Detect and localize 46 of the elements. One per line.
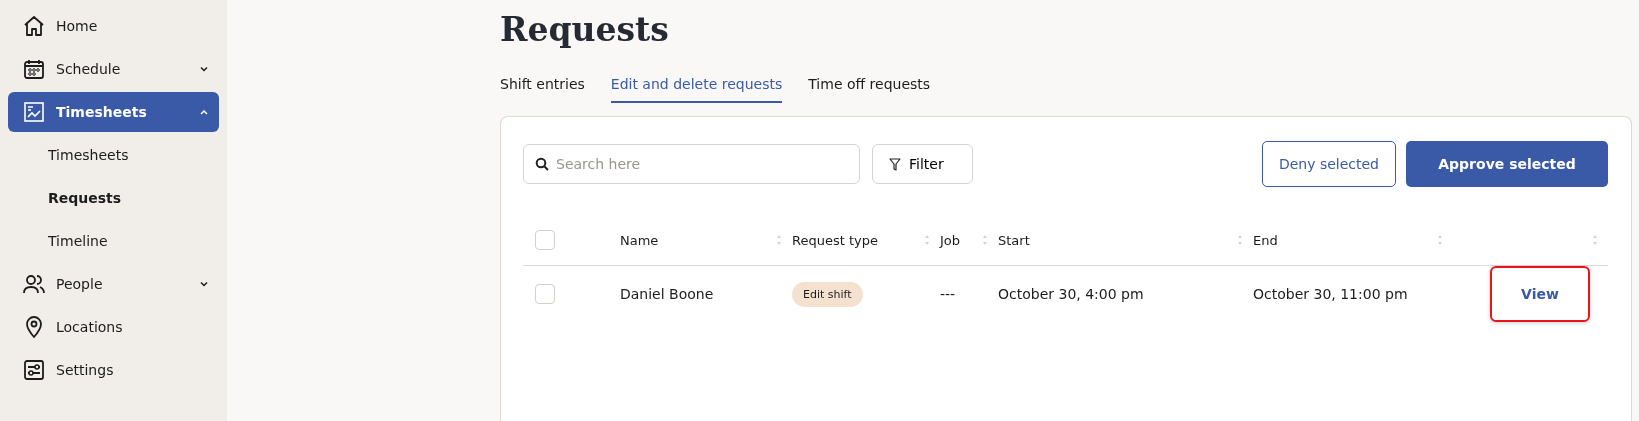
deny-selected-button[interactable]: Deny selected	[1261, 141, 1396, 187]
column-header: Start	[998, 232, 1030, 248]
sidebar-item[interactable]: Settings	[8, 350, 219, 390]
sort-icon[interactable]	[982, 234, 988, 246]
tab[interactable]: Time off requests	[808, 72, 931, 103]
chart-icon	[22, 100, 46, 124]
sidebar-item[interactable]: People	[8, 264, 219, 304]
table-cell: ---	[940, 286, 956, 302]
sidebar-item[interactable]: Schedule	[8, 49, 219, 89]
chevron-icon	[199, 64, 209, 74]
sidebar-item[interactable]: Timesheets	[8, 92, 219, 132]
filter-icon	[889, 157, 901, 171]
sidebar-item[interactable]: Home	[8, 6, 219, 46]
table-cell: October 30, 11:00 pm	[1253, 286, 1408, 302]
sort-icon[interactable]	[1437, 234, 1443, 246]
filter-button[interactable]: Filter	[872, 144, 973, 184]
people-icon	[22, 272, 46, 296]
sidebar-item[interactable]: Locations	[8, 307, 219, 347]
search-icon	[535, 157, 549, 171]
request-type-tag: Edit shift	[792, 281, 863, 307]
tab[interactable]: Shift entries	[500, 72, 585, 103]
column-header: Name	[620, 232, 659, 248]
sidebar-subitem[interactable]: Timeline	[8, 221, 219, 261]
row-checkbox[interactable]	[535, 284, 555, 304]
sort-icon[interactable]	[1592, 234, 1598, 246]
home-icon	[22, 14, 46, 38]
settings-icon	[22, 358, 46, 382]
chevron-icon	[199, 279, 209, 289]
sort-icon[interactable]	[1237, 234, 1243, 246]
sidebar-subitem[interactable]: Timesheets	[8, 135, 219, 175]
approve-selected-button[interactable]: Approve selected	[1406, 141, 1608, 187]
table-cell: Daniel Boone	[620, 286, 714, 302]
sidebar-subitem[interactable]: Requests	[8, 178, 219, 218]
search-field[interactable]: Search here	[523, 144, 860, 184]
column-header: Request type	[792, 232, 878, 248]
sort-icon[interactable]	[924, 234, 930, 246]
view-button[interactable]: View	[1490, 266, 1590, 322]
sort-icon[interactable]	[776, 234, 782, 246]
table-cell: October 30, 4:00 pm	[998, 286, 1144, 302]
chevron-icon	[199, 107, 209, 117]
column-header: End	[1253, 232, 1278, 248]
tab[interactable]: Edit and delete requests	[610, 72, 783, 103]
calendar-icon	[22, 57, 46, 81]
column-header: Job	[940, 232, 961, 248]
select-all-checkbox[interactable]	[535, 230, 555, 250]
page-title: Requests	[500, 8, 670, 51]
